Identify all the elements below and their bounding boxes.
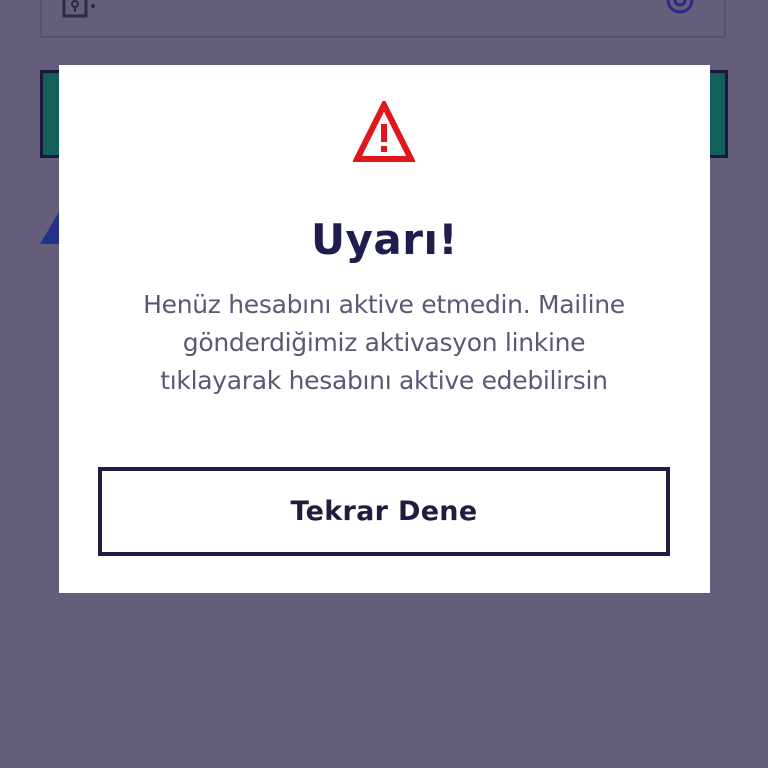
- retry-button[interactable]: Tekrar Dene: [98, 467, 670, 556]
- alert-message: Henüz hesabını aktive etmedin. Mailine g…: [143, 290, 625, 395]
- alert-title: Uyarı!: [310, 215, 459, 264]
- password-field: [40, 0, 726, 38]
- retry-button-label: Tekrar Dene: [290, 496, 478, 527]
- lock-icon: [62, 0, 95, 18]
- warning-triangle-icon: [353, 101, 415, 162]
- eye-icon: [666, 0, 694, 14]
